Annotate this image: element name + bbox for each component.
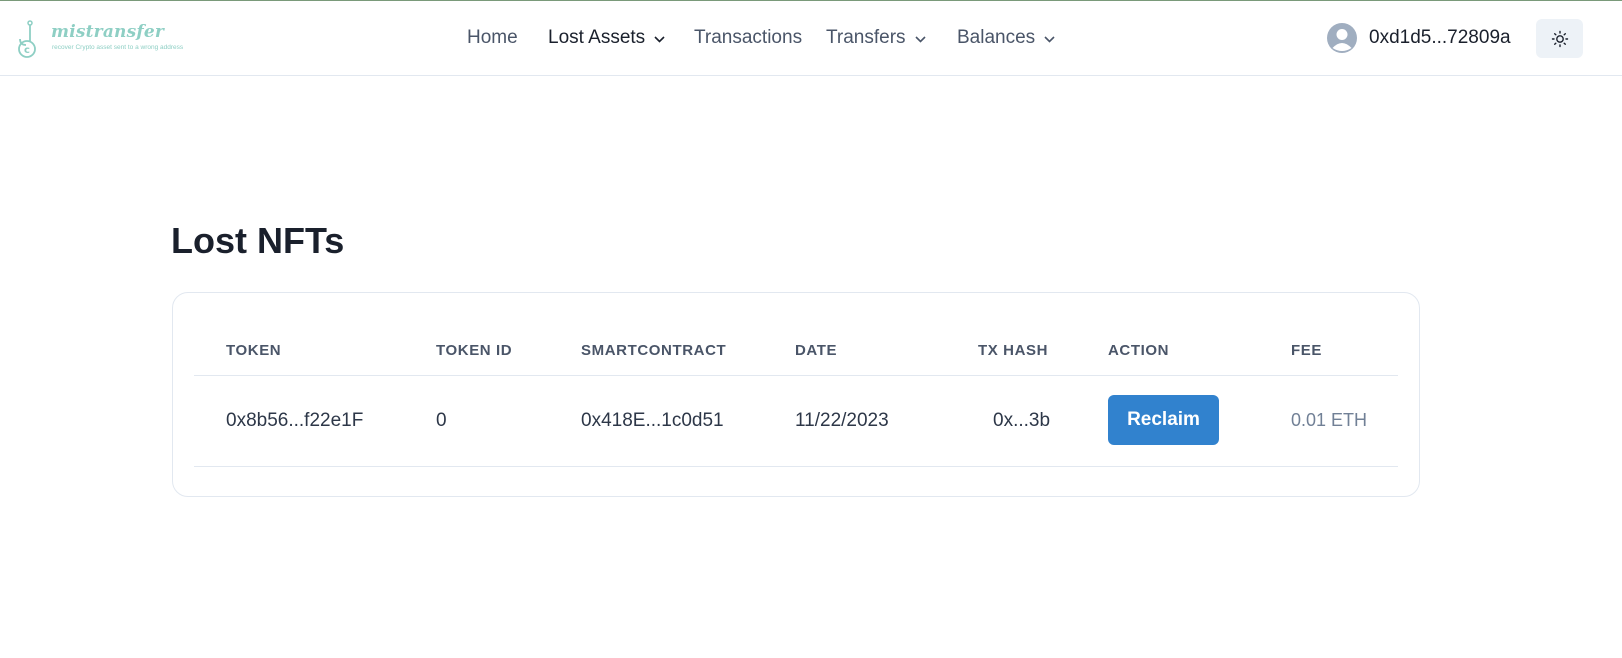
row-divider: [194, 466, 1398, 467]
user-avatar-icon: [1327, 23, 1357, 53]
nav-home[interactable]: Home: [467, 27, 518, 49]
nav-lost-assets[interactable]: Lost Assets: [548, 27, 665, 49]
chevron-down-icon: [654, 35, 665, 43]
cell-fee: 0.01 ETH: [1291, 410, 1368, 430]
nav-balances[interactable]: Balances: [957, 27, 1055, 49]
brand-name: mistransfer: [51, 22, 165, 42]
cell-date: 11/22/2023: [795, 410, 889, 431]
nav-transfers-label: Transfers: [826, 27, 906, 48]
chevron-down-icon: [1044, 35, 1055, 43]
nav-lost-assets-label: Lost Assets: [548, 27, 646, 48]
brand-logo[interactable]: c mistransfer recover Crypto asset sent …: [16, 19, 196, 59]
theme-toggle-button[interactable]: [1536, 19, 1583, 58]
cell-smartcontract: 0x418E...1c0d51: [581, 410, 724, 431]
nav-transactions-label: Transactions: [694, 27, 803, 48]
sun-icon: [1551, 30, 1568, 47]
account-address: 0xd1d5...72809a: [1369, 27, 1511, 48]
nav-home-label: Home: [467, 27, 518, 48]
svg-text:c: c: [24, 45, 30, 56]
page-title: Lost NFTs: [171, 220, 345, 261]
column-header-fee: FEE: [1291, 342, 1322, 359]
account-menu[interactable]: 0xd1d5...72809a: [1327, 23, 1511, 53]
column-header-date: DATE: [795, 342, 838, 359]
anchor-coin-icon: c: [18, 20, 36, 58]
brand-tagline: recover Crypto asset sent to a wrong add…: [52, 44, 184, 51]
header-divider: [194, 375, 1398, 376]
column-header-tx-hash: TX HASH: [978, 342, 1049, 359]
chevron-down-icon: [914, 35, 926, 43]
column-header-token-id: TOKEN ID: [436, 342, 513, 359]
column-header-action: ACTION: [1108, 342, 1170, 359]
cell-tx-hash: 0x...3b: [993, 410, 1051, 431]
column-header-token: TOKEN: [226, 342, 282, 359]
nav-transactions[interactable]: Transactions: [694, 27, 802, 49]
nav-transfers[interactable]: Transfers: [826, 27, 926, 49]
nav-balances-label: Balances: [957, 27, 1036, 48]
lost-nfts-table-card: TOKEN TOKEN ID SMARTCONTRACT DATE TX HAS…: [172, 292, 1420, 497]
cell-token: 0x8b56...f22e1F: [226, 410, 364, 431]
top-navbar: c mistransfer recover Crypto asset sent …: [0, 1, 1622, 76]
column-header-smartcontract: SMARTCONTRACT: [581, 342, 727, 359]
cell-token-id: 0: [436, 410, 447, 431]
reclaim-button[interactable]: Reclaim: [1108, 395, 1219, 445]
